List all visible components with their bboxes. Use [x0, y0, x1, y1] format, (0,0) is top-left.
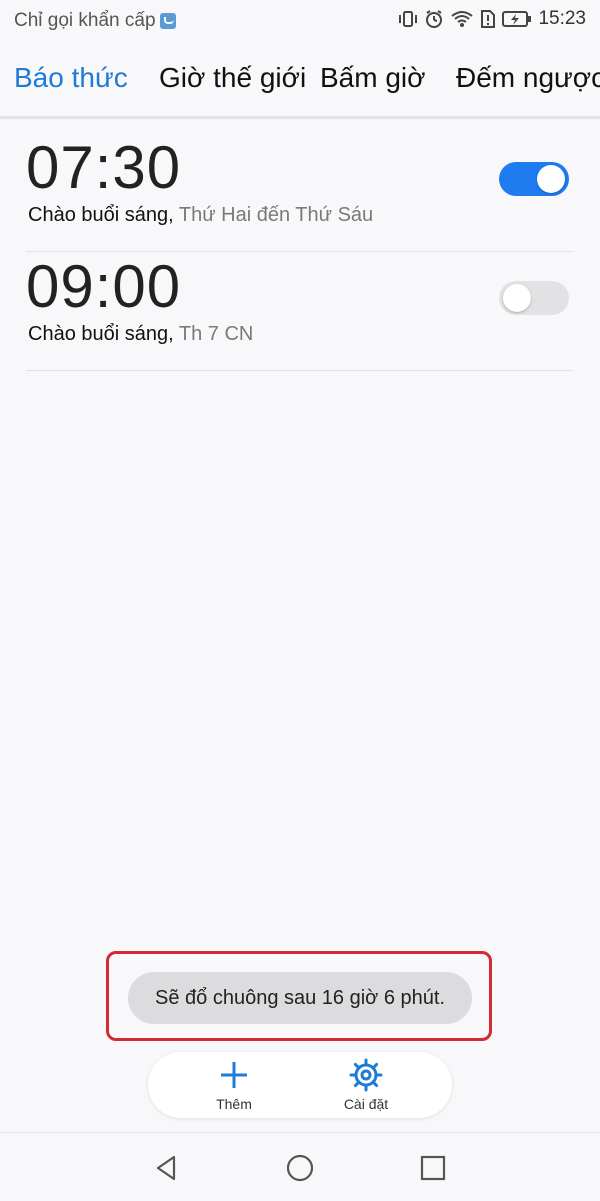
alarm-time: 09:00 — [26, 253, 182, 320]
sim-alert-icon — [481, 10, 496, 28]
tab-stopwatch[interactable]: Bấm giờ — [320, 62, 426, 94]
carrier-text: Chỉ gọi khẩn cấp — [14, 10, 156, 31]
tab-divider — [0, 116, 600, 119]
tab-timer[interactable]: Đếm ngược — [456, 62, 600, 94]
tab-alarm[interactable]: Báo thức — [14, 62, 128, 94]
gear-icon — [349, 1058, 383, 1092]
tab-bar: Báo thức Giờ thế giới Bấm giờ Đếm ngược — [0, 56, 600, 118]
status-bar: Chỉ gọi khẩn cấp 15:23 — [0, 0, 600, 44]
settings-label: Cài đặt — [343, 1096, 389, 1112]
tab-world-clock[interactable]: Giờ thế giới — [159, 62, 306, 94]
toggle-knob — [503, 284, 531, 312]
alarm-status-icon — [426, 10, 443, 28]
alarm-repeat: Th 7 CN — [178, 323, 254, 345]
settings-button[interactable]: Cài đặt — [326, 1058, 406, 1112]
alarm-item[interactable]: 07:30 Chào buổi sáng, Thứ Hai đến Thứ Sá… — [26, 132, 573, 252]
add-label: Thêm — [216, 1096, 252, 1112]
alarm-label: Chào buổi sáng, Thứ Hai đến Thứ Sáu — [28, 204, 373, 227]
alarm-repeat: Thứ Hai đến Thứ Sáu — [178, 204, 374, 226]
battery-charging-icon — [502, 11, 532, 27]
action-bar: Thêm Cài đặt — [148, 1052, 452, 1118]
wifi-icon — [451, 11, 474, 27]
navigation-bar — [0, 1132, 600, 1201]
alarm-item[interactable]: 09:00 Chào buổi sáng, Th 7 CN — [26, 251, 573, 371]
plus-icon — [221, 1062, 247, 1088]
add-alarm-button[interactable]: Thêm — [194, 1058, 274, 1112]
recents-icon[interactable] — [418, 1153, 448, 1183]
back-icon[interactable] — [152, 1153, 182, 1183]
alarm-time: 07:30 — [26, 134, 182, 201]
status-time: 15:23 — [538, 8, 586, 29]
alarm-label: Chào buổi sáng, Th 7 CN — [28, 323, 253, 346]
toggle-knob — [537, 165, 565, 193]
home-icon[interactable] — [285, 1153, 315, 1183]
message-notification-icon — [159, 13, 176, 29]
alarm-toggle[interactable] — [499, 281, 569, 315]
toast-message: Sẽ đổ chuông sau 16 giờ 6 phút. — [128, 972, 472, 1024]
vibrate-icon — [399, 11, 418, 27]
status-left: Chỉ gọi khẩn cấp — [14, 10, 176, 32]
status-right: 15:23 — [398, 8, 586, 30]
alarm-name: Chào buổi sáng, — [28, 204, 174, 226]
alarm-toggle[interactable] — [499, 162, 569, 196]
alarm-name: Chào buổi sáng, — [28, 323, 174, 345]
